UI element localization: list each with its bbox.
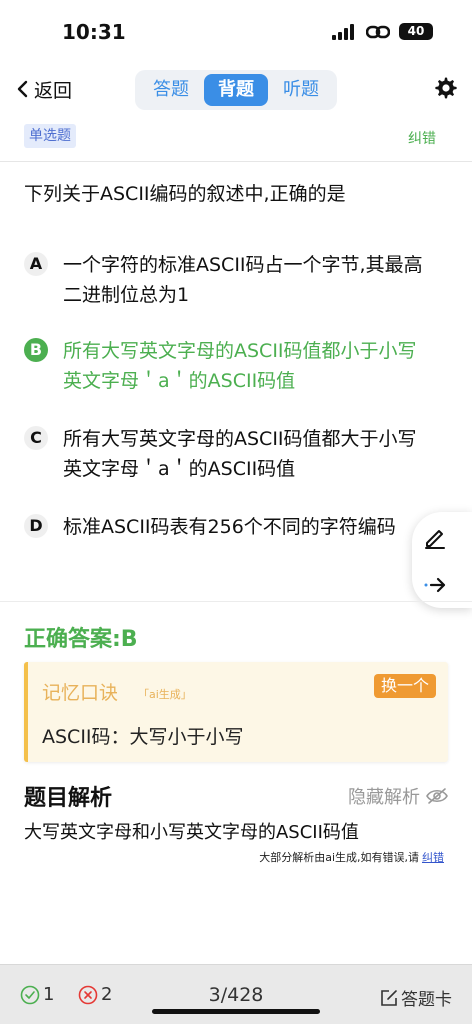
tab-memorize[interactable]: 背题	[204, 74, 268, 106]
nav-bar: 返回 答题 背题 听题	[0, 66, 472, 112]
section-divider	[0, 601, 472, 602]
option-d[interactable]: D 标准ASCII码表有256个不同的字符编码	[24, 512, 434, 542]
arrow-right-icon[interactable]	[422, 572, 448, 598]
option-letter: B	[24, 338, 48, 362]
divider	[0, 161, 472, 162]
ai-disclaimer-text: 大部分解析由ai生成,如有错误,请	[259, 851, 419, 864]
option-text: 所有大写英文字母的ASCII码值都大于小写英文字母＇a＇的ASCII码值	[63, 428, 417, 480]
option-c[interactable]: C 所有大写英文字母的ASCII码值都大于小写英文字母＇a＇的ASCII码值	[24, 424, 434, 484]
edit-icon	[381, 989, 397, 1006]
gear-icon[interactable]	[434, 76, 458, 100]
tab-listen[interactable]: 听题	[269, 74, 333, 106]
memory-tip-text: ASCII码：大写小于小写	[42, 726, 244, 748]
hide-analysis-button[interactable]: 隐藏解析	[348, 783, 448, 809]
hide-analysis-label: 隐藏解析	[348, 787, 420, 808]
analysis-text: 大写英文字母和小写英文字母的ASCII码值	[24, 822, 359, 843]
ai-generated-tag: 「ai生成」	[138, 688, 192, 701]
correct-answer: 正确答案:B	[24, 627, 138, 652]
bottom-bar: 1 2 3/428 答题卡	[0, 964, 472, 1024]
option-letter: C	[24, 426, 48, 450]
ai-disclaimer: 大部分解析由ai生成,如有错误,请 纠错	[259, 849, 444, 865]
answer-card-label: 答题卡	[401, 990, 452, 1010]
memory-tip-title: 记忆口诀	[42, 682, 119, 704]
question-text: 下列关于ASCII编码的叙述中,正确的是	[24, 183, 346, 205]
back-button[interactable]: 返回	[14, 76, 72, 102]
back-label: 返回	[34, 79, 73, 102]
option-text: 一个字符的标准ASCII码占一个字节,其最高二进制位总为1	[63, 254, 423, 306]
eye-off-icon	[426, 788, 448, 804]
option-letter: A	[24, 252, 48, 276]
question-meta: 单选题 纠错	[0, 120, 472, 152]
back-chevron-icon	[17, 80, 28, 98]
mode-tabs: 答题 背题 听题	[135, 70, 337, 110]
analysis-title: 题目解析	[24, 786, 113, 811]
pencil-icon[interactable]	[422, 524, 448, 550]
status-bar: 10:31 40	[0, 0, 472, 62]
tab-answer[interactable]: 答题	[139, 74, 203, 106]
swap-tip-button[interactable]: 换一个	[373, 674, 436, 698]
option-text: 标准ASCII码表有256个不同的字符编码	[63, 516, 396, 538]
status-time: 10:31	[62, 20, 126, 44]
floating-toolbar	[412, 512, 472, 608]
option-a[interactable]: A 一个字符的标准ASCII码占一个字节,其最高二进制位总为1	[24, 250, 434, 310]
battery-indicator: 40	[399, 23, 433, 40]
link-icon	[366, 25, 390, 39]
option-text: 所有大写英文字母的ASCII码值都小于小写英文字母＇a＇的ASCII码值	[63, 340, 417, 392]
report-error-link[interactable]: 纠错	[408, 128, 436, 148]
memory-tip-card: 记忆口诀 「ai生成」 换一个 ASCII码：大写小于小写	[24, 662, 448, 762]
signal-icon	[332, 24, 356, 40]
question-type-badge: 单选题	[24, 124, 76, 148]
option-b[interactable]: B 所有大写英文字母的ASCII码值都小于小写英文字母＇a＇的ASCII码值	[24, 336, 434, 396]
answer-card-button[interactable]: 答题卡	[380, 985, 452, 1010]
report-error-link-small[interactable]: 纠错	[422, 851, 444, 864]
home-indicator	[152, 1009, 320, 1014]
option-letter: D	[24, 514, 48, 538]
